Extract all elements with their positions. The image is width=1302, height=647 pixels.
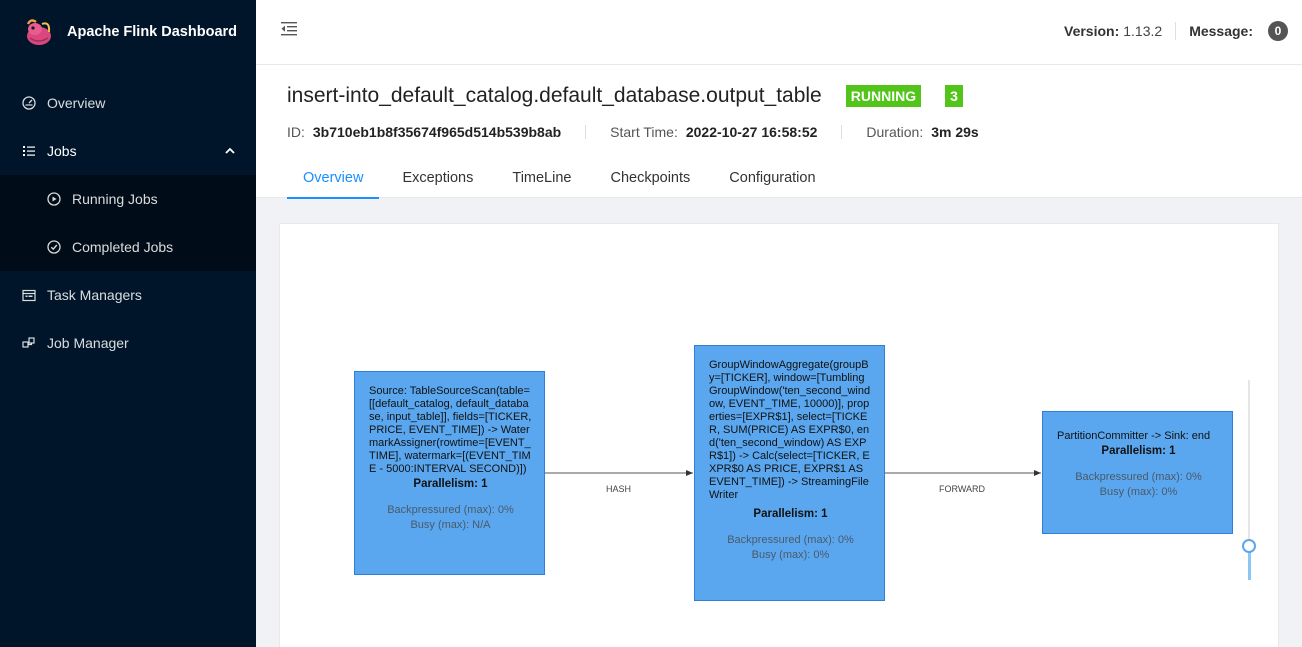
graph-node-source[interactable]: Source: TableSourceScan(table=[[default_…: [354, 371, 545, 575]
node-parallelism: Parallelism: 1: [413, 478, 488, 490]
node-backpressured: Backpressured (max): 0%: [727, 534, 854, 546]
node-backpressured: Backpressured (max): 0%: [387, 504, 514, 516]
node-parallelism: Parallelism: 1: [753, 508, 828, 520]
node-backpressured: Backpressured (max): 0%: [1075, 471, 1202, 483]
graph-edges: [545, 470, 1041, 476]
node-description: Source: TableSourceScan(table=[[default_…: [369, 385, 532, 475]
node-parallelism: Parallelism: 1: [1101, 445, 1176, 457]
node-busy: Busy (max): 0%: [1099, 486, 1178, 498]
edge-label-forward: FORWARD: [939, 484, 985, 494]
node-description: PartitionCommitter -> Sink: end: [1057, 430, 1211, 442]
node-busy: Busy (max): 0%: [751, 549, 830, 561]
graph-node-sink[interactable]: PartitionCommitter -> Sink: end Parallel…: [1042, 411, 1233, 534]
edge-label-hash: HASH: [606, 484, 632, 494]
node-busy: Busy (max): N/A: [410, 519, 491, 531]
graph-node-aggregate[interactable]: GroupWindowAggregate(groupBy=[TICKER], w…: [694, 345, 885, 601]
zoom-slider-handle[interactable]: [1242, 539, 1256, 553]
node-description: GroupWindowAggregate(groupBy=[TICKER], w…: [709, 359, 871, 501]
